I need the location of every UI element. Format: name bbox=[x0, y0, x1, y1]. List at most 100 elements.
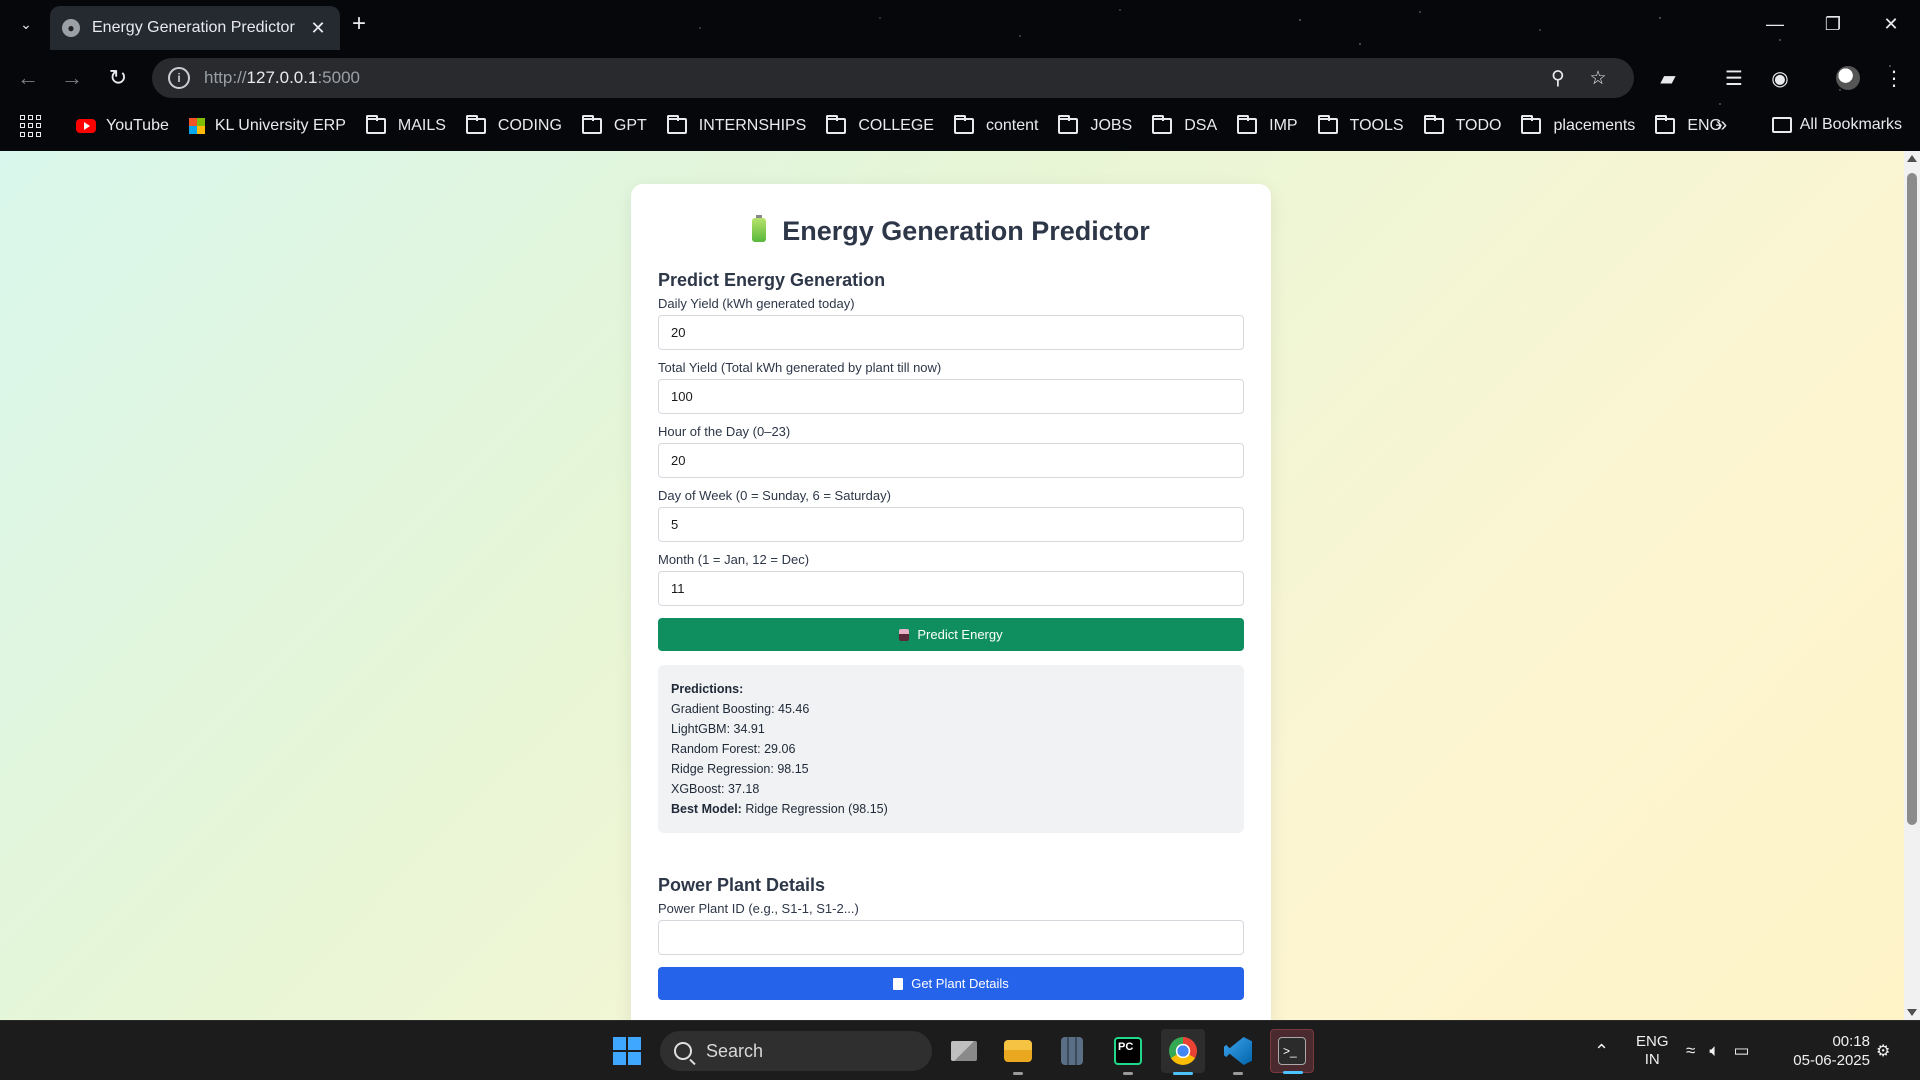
close-window-icon[interactable]: ✕ bbox=[1862, 0, 1920, 48]
bookmark-folder-jobs[interactable]: JOBS bbox=[1058, 115, 1132, 135]
day-of-week-group: Day of Week (0 = Sunday, 6 = Saturday) 5 bbox=[658, 488, 1244, 542]
bookmark-label: INTERNSHIPS bbox=[698, 117, 807, 134]
folder-icon bbox=[1771, 117, 1792, 133]
bookmark-kl-erp[interactable]: KL University ERP bbox=[188, 117, 346, 135]
bookmark-folder-coding[interactable]: CODING bbox=[465, 115, 562, 135]
show-hidden-icons[interactable]: ⌃ bbox=[1594, 1021, 1609, 1080]
lang-code: ENG bbox=[1636, 1033, 1669, 1050]
day-of-week-label: Day of Week (0 = Sunday, 6 = Saturday) bbox=[658, 488, 891, 503]
bookmark-folder-internships[interactable]: INTERNSHIPS bbox=[666, 115, 807, 135]
bookmark-label: placements bbox=[1553, 117, 1636, 134]
kl-erp-icon bbox=[188, 118, 205, 134]
volume-icon[interactable]: 🔈︎ bbox=[1709, 1041, 1719, 1061]
reload-icon[interactable]: ↻ bbox=[102, 62, 134, 94]
apps-grid-icon[interactable] bbox=[20, 115, 42, 137]
bookmark-folder-content[interactable]: content bbox=[953, 115, 1039, 135]
forward-icon[interactable]: → bbox=[56, 62, 88, 94]
day-of-week-input[interactable]: 5 bbox=[658, 507, 1244, 542]
back-icon[interactable]: ← bbox=[12, 62, 44, 94]
pycharm-icon[interactable]: PC bbox=[1106, 1029, 1150, 1075]
system-tray-icons[interactable]: ≈ 🔈︎ ▭ bbox=[1686, 1021, 1750, 1080]
month-label: Month (1 = Jan, 12 = Dec) bbox=[658, 552, 810, 567]
tab-search-chevron-icon[interactable]: ⌄ bbox=[14, 12, 38, 36]
zoom-icon[interactable]: ⚲ bbox=[1538, 67, 1578, 90]
more-bookmarks-icon[interactable]: » bbox=[1716, 114, 1727, 137]
prediction-row: Ridge Regression: 98.15 bbox=[671, 762, 809, 776]
wifi-icon[interactable]: ≈ bbox=[1686, 1041, 1695, 1061]
plant-id-input[interactable] bbox=[658, 920, 1244, 955]
profile-avatar[interactable] bbox=[1836, 66, 1860, 90]
hour-input[interactable]: 20 bbox=[658, 443, 1244, 478]
browser-toolbar: ← → ↻ i http://127.0.0.1:5000 ⚲ ☆ ▰ ☰ ◉ … bbox=[0, 52, 1920, 104]
scroll-up-icon[interactable] bbox=[1907, 155, 1917, 162]
notification-bell-icon[interactable]: ⚙ bbox=[1876, 1021, 1890, 1080]
bookmark-folder-tools[interactable]: TOOLS bbox=[1317, 115, 1404, 135]
site-info-icon[interactable]: i bbox=[168, 67, 190, 89]
get-plant-details-button[interactable]: Get Plant Details bbox=[658, 967, 1244, 1000]
folder-icon bbox=[953, 115, 974, 134]
reading-list-icon[interactable]: ☰ bbox=[1720, 64, 1748, 92]
input-language-indicator[interactable]: ENG IN bbox=[1636, 1021, 1669, 1080]
bookmark-folder-mails[interactable]: MAILS bbox=[365, 115, 446, 135]
plant-id-group: Power Plant ID (e.g., S1-1, S1-2...) bbox=[658, 901, 1244, 955]
all-bookmarks-label: All Bookmarks bbox=[1799, 116, 1902, 133]
folder-icon bbox=[666, 115, 687, 134]
url-text[interactable]: http://127.0.0.1:5000 bbox=[204, 68, 1538, 88]
menu-kebab-icon[interactable]: ⋮ bbox=[1880, 64, 1908, 92]
bookmark-folder-eng[interactable]: ENG bbox=[1655, 115, 1722, 135]
url-host: 127.0.0.1 bbox=[246, 68, 318, 87]
page-scrollbar[interactable] bbox=[1904, 151, 1920, 1020]
browser-tab[interactable]: ● Energy Generation Predictor ✕ bbox=[50, 6, 340, 50]
window-controls: — ❐ ✕ bbox=[1746, 0, 1920, 48]
bookmark-folder-imp[interactable]: IMP bbox=[1237, 115, 1298, 135]
model-value: 34.91 bbox=[733, 722, 765, 736]
youtube-icon bbox=[76, 119, 96, 133]
folder-icon bbox=[1317, 115, 1338, 134]
address-bar[interactable]: i http://127.0.0.1:5000 ⚲ ☆ bbox=[152, 58, 1634, 98]
model-name: XGBoost bbox=[671, 782, 722, 796]
chrome-icon[interactable] bbox=[1161, 1029, 1205, 1075]
minimize-icon[interactable]: — bbox=[1746, 0, 1804, 48]
bookmark-star-icon[interactable]: ☆ bbox=[1578, 67, 1618, 90]
windows-start-icon[interactable] bbox=[613, 1037, 641, 1065]
model-name: LightGBM bbox=[671, 722, 727, 736]
running-indicator bbox=[1283, 1071, 1303, 1074]
file-explorer-icon[interactable] bbox=[996, 1029, 1040, 1075]
taskbar-search[interactable]: Search bbox=[660, 1031, 932, 1071]
bookmark-folder-placements[interactable]: placements bbox=[1521, 115, 1636, 135]
scroll-thumb[interactable] bbox=[1907, 173, 1917, 825]
system-clock[interactable]: 00:18 05-06-2025 bbox=[1786, 1021, 1870, 1080]
bookmark-label: YouTube bbox=[106, 117, 169, 134]
battery-icon[interactable]: ▭ bbox=[1734, 1041, 1750, 1061]
terminal-icon[interactable]: >_ bbox=[1270, 1029, 1314, 1074]
hour-label: Hour of the Day (0–23) bbox=[658, 424, 791, 439]
bookmark-youtube[interactable]: YouTube bbox=[76, 117, 169, 135]
total-yield-input[interactable]: 100 bbox=[658, 379, 1244, 414]
url-scheme: http:// bbox=[204, 68, 247, 87]
vscode-icon[interactable] bbox=[1216, 1029, 1260, 1075]
bookmark-label: content bbox=[985, 117, 1039, 134]
screenshot-icon[interactable]: ◉ bbox=[1766, 64, 1794, 92]
predict-energy-button[interactable]: Predict Energy bbox=[658, 618, 1244, 651]
clock-date: 05-06-2025 bbox=[1793, 1052, 1870, 1069]
extensions-icon[interactable]: ▰ bbox=[1654, 64, 1682, 92]
bookmark-folder-college[interactable]: COLLEGE bbox=[826, 115, 934, 135]
folder-icon bbox=[1423, 115, 1444, 134]
daily-yield-label: Daily Yield (kWh generated today) bbox=[658, 296, 855, 311]
close-tab-icon[interactable]: ✕ bbox=[308, 18, 328, 39]
bookmark-label: COLLEGE bbox=[858, 117, 934, 134]
folder-icon bbox=[1152, 115, 1173, 134]
scroll-down-icon[interactable] bbox=[1907, 1009, 1917, 1016]
bookmark-folder-todo[interactable]: TODO bbox=[1423, 115, 1501, 135]
month-input[interactable]: 11 bbox=[658, 571, 1244, 606]
daily-yield-input[interactable]: 20 bbox=[658, 315, 1244, 350]
task-view-icon[interactable] bbox=[942, 1029, 986, 1073]
bookmark-folder-gpt[interactable]: GPT bbox=[581, 115, 647, 135]
all-bookmarks-button[interactable]: All Bookmarks bbox=[1771, 116, 1902, 134]
restore-icon[interactable]: ❐ bbox=[1804, 0, 1862, 48]
calculator-icon[interactable] bbox=[1050, 1029, 1094, 1073]
bookmark-folder-dsa[interactable]: DSA bbox=[1152, 115, 1217, 135]
browser-chrome: ⌄ ● Energy Generation Predictor ✕ + — ❐ … bbox=[0, 0, 1920, 151]
total-yield-group: Total Yield (Total kWh generated by plan… bbox=[658, 360, 1244, 414]
new-tab-icon[interactable]: + bbox=[352, 12, 366, 36]
